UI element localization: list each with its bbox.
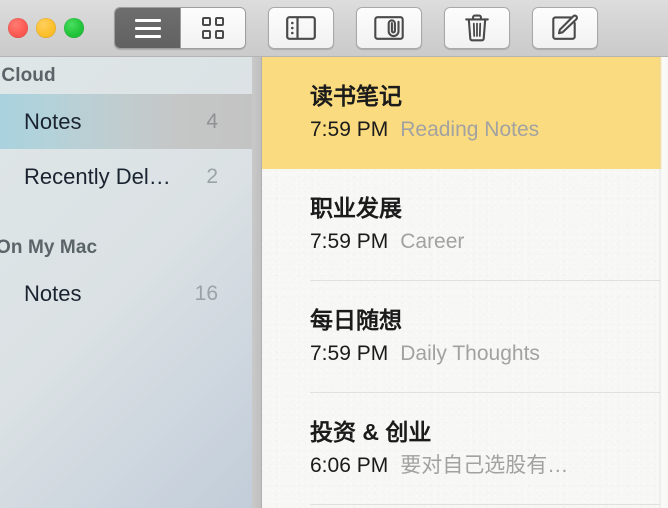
sidebar-item-recently-deleted[interactable]: Recently Del… 2 xyxy=(0,149,252,204)
close-button[interactable] xyxy=(8,18,28,38)
attachment-browser-icon xyxy=(374,16,404,40)
sidebar-item-count: 2 xyxy=(206,164,218,188)
note-meta: 7:59 PM Career xyxy=(310,230,650,254)
sidebar-item-count: 4 xyxy=(206,109,218,133)
sidebar-item-local-notes[interactable]: Notes 16 xyxy=(0,266,252,321)
note-time: 6:06 PM xyxy=(310,454,389,478)
trash-icon xyxy=(464,14,490,42)
sidebar-item-count: 16 xyxy=(194,281,218,305)
toggle-sidebar-button[interactable] xyxy=(268,7,334,49)
note-meta: 6:06 PM 要对自己选股有… xyxy=(310,454,650,478)
list-view-icon xyxy=(134,18,161,38)
note-list-item-3[interactable]: 每日随想 7:59 PM Daily Thoughts xyxy=(262,281,668,393)
notes-list: 读书笔记 7:59 PM Reading Notes 职业发展 7:59 PM Ca… xyxy=(262,57,668,508)
note-list-item-4[interactable]: 投资 & 创业 6:06 PM 要对自己选股有… xyxy=(262,393,668,505)
note-title: 每日随想 xyxy=(310,307,402,333)
folders-sidebar: iCloud Notes 4 Recently Del… 2 On My Mac… xyxy=(0,57,252,508)
notes-app-window: iCloud Notes 4 Recently Del… 2 On My Mac… xyxy=(0,0,668,508)
sidebar-list-splitter[interactable] xyxy=(252,57,262,508)
note-time: 7:59 PM xyxy=(310,118,389,142)
note-snippet: Reading Notes xyxy=(400,118,540,142)
list-view-segment[interactable] xyxy=(115,8,180,48)
compose-icon xyxy=(551,14,579,42)
note-time: 7:59 PM xyxy=(310,342,389,366)
note-meta: 7:59 PM Reading Notes xyxy=(310,118,650,142)
note-snippet: 要对自己选股有… xyxy=(400,454,569,478)
note-list-item-1[interactable]: 读书笔记 7:59 PM Reading Notes xyxy=(262,57,668,169)
sidebar-item-icloud-notes[interactable]: Notes 4 xyxy=(0,94,252,149)
note-title: 投资 & 创业 xyxy=(310,419,432,445)
view-mode-segmented-control[interactable] xyxy=(114,7,246,49)
note-title: 职业发展 xyxy=(310,195,402,221)
sidebar-section-spacer xyxy=(0,204,252,229)
zoom-button[interactable] xyxy=(64,18,84,38)
traffic-light-group xyxy=(0,0,84,56)
sidebar-section-title: iCloud xyxy=(0,64,56,86)
note-title: 读书笔记 xyxy=(310,83,402,109)
sidebar-section-header-icloud: iCloud xyxy=(0,57,252,94)
sidebar-item-label: Notes xyxy=(24,108,82,134)
sidebar-section-title: On My Mac xyxy=(0,236,98,258)
grid-view-segment[interactable] xyxy=(180,8,245,48)
sidebar-toggle-icon xyxy=(286,16,316,40)
sidebar-section-header-on-my-mac: On My Mac xyxy=(0,229,252,266)
attachments-button[interactable] xyxy=(356,7,422,49)
delete-note-button[interactable] xyxy=(444,7,510,49)
note-snippet: Career xyxy=(400,230,465,254)
new-note-button[interactable] xyxy=(532,7,598,49)
note-meta: 7:59 PM Daily Thoughts xyxy=(310,342,650,366)
note-separator xyxy=(310,504,660,505)
minimize-button[interactable] xyxy=(36,18,56,38)
window-toolbar xyxy=(0,0,668,57)
note-snippet: Daily Thoughts xyxy=(400,342,540,366)
note-list-item-2[interactable]: 职业发展 7:59 PM Career xyxy=(262,169,668,281)
note-time: 7:59 PM xyxy=(310,230,389,254)
grid-view-icon xyxy=(202,17,224,39)
sidebar-item-label: Recently Del… xyxy=(24,163,171,189)
sidebar-item-label: Notes xyxy=(24,280,82,306)
